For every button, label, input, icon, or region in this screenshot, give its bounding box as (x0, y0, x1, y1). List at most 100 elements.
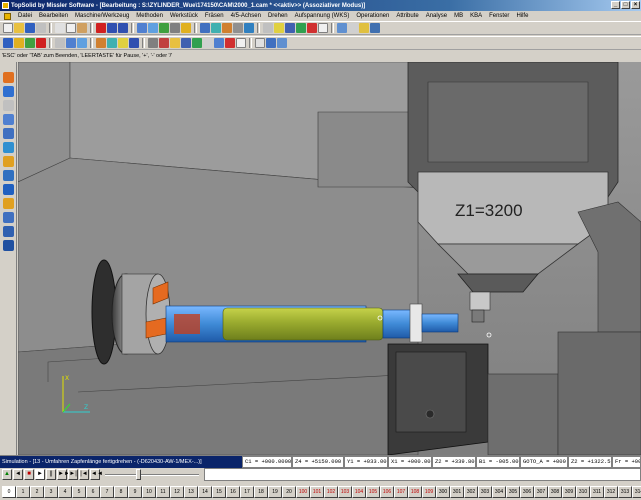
delete-icon[interactable] (96, 23, 106, 33)
menu-attribute[interactable]: Attribute (396, 13, 418, 19)
lathe-icon[interactable] (55, 38, 65, 48)
circle-icon[interactable] (181, 38, 191, 48)
menu-maschine-werkzeug[interactable]: Maschine/Werkzeug (75, 13, 129, 19)
pause-button[interactable]: || (46, 469, 56, 480)
menu-operationen[interactable]: Operationen (356, 13, 389, 19)
number-button-303[interactable]: 303 (478, 486, 492, 498)
menu-mb[interactable]: MB (454, 13, 463, 19)
layer-icon[interactable] (200, 23, 210, 33)
menu-aufspannung[interactable]: Aufspannung (WKS) (295, 13, 350, 19)
turn-icon[interactable] (3, 170, 14, 181)
minimize-button[interactable]: _ (611, 1, 620, 9)
menu-4-5-achsen[interactable]: 4/5-Achsen (231, 13, 261, 19)
menu-werkstueck[interactable]: Werkstück (170, 13, 198, 19)
stock-icon[interactable] (14, 38, 24, 48)
number-button-302[interactable]: 302 (464, 486, 478, 498)
number-button-2[interactable]: 2 (30, 486, 44, 498)
view-icon[interactable] (137, 23, 147, 33)
chamfer-icon[interactable] (3, 100, 14, 111)
new-file-icon[interactable] (3, 23, 13, 33)
number-button-5[interactable]: 5 (72, 486, 86, 498)
copy-icon[interactable] (66, 23, 76, 33)
parting-icon[interactable] (3, 198, 14, 209)
number-button-102[interactable]: 102 (324, 486, 338, 498)
undo-icon[interactable] (107, 23, 117, 33)
number-button-0[interactable]: 0 (2, 486, 16, 498)
toolpath-icon[interactable] (77, 38, 87, 48)
bore-icon[interactable] (3, 142, 14, 153)
redo-icon[interactable] (118, 23, 128, 33)
groove-icon[interactable] (3, 114, 14, 125)
number-button-312[interactable]: 312 (604, 486, 618, 498)
measure-icon[interactable] (263, 23, 273, 33)
contour-icon[interactable] (3, 184, 14, 195)
tool-icon[interactable] (307, 23, 317, 33)
number-button-311[interactable]: 311 (590, 486, 604, 498)
machine-icon[interactable] (3, 38, 13, 48)
post-icon[interactable] (129, 38, 139, 48)
analysis-icon[interactable] (277, 38, 287, 48)
number-button-12[interactable]: 12 (170, 486, 184, 498)
step-back-button[interactable]: ◄ (13, 469, 23, 480)
light-icon[interactable] (181, 23, 191, 33)
spiral-icon[interactable] (3, 72, 14, 83)
section-icon[interactable] (244, 23, 254, 33)
shape-icon[interactable] (3, 86, 14, 97)
number-button-100[interactable]: 100 (296, 486, 310, 498)
thread-icon[interactable] (3, 156, 14, 167)
frame-icon[interactable] (285, 23, 295, 33)
number-button-305[interactable]: 305 (506, 486, 520, 498)
curve-icon[interactable] (296, 23, 306, 33)
save-icon[interactable] (25, 23, 35, 33)
shade-icon[interactable] (222, 23, 232, 33)
wireframe-icon[interactable] (233, 23, 243, 33)
number-button-15[interactable]: 15 (212, 486, 226, 498)
stop-button[interactable]: ■ (24, 469, 34, 480)
select-icon[interactable] (348, 23, 358, 33)
number-button-9[interactable]: 9 (128, 486, 142, 498)
number-button-8[interactable]: 8 (114, 486, 128, 498)
menu-methoden[interactable]: Methoden (136, 13, 163, 19)
axis-icon[interactable] (148, 38, 158, 48)
number-button-18[interactable]: 18 (254, 486, 268, 498)
number-button-13[interactable]: 13 (184, 486, 198, 498)
number-button-308[interactable]: 308 (548, 486, 562, 498)
close-button[interactable]: × (631, 1, 640, 9)
number-button-300[interactable]: 300 (436, 486, 450, 498)
sheet-icon[interactable] (318, 23, 328, 33)
document-icon[interactable] (4, 12, 11, 20)
number-button-17[interactable]: 17 (240, 486, 254, 498)
number-button-309[interactable]: 309 (562, 486, 576, 498)
number-button-6[interactable]: 6 (86, 486, 100, 498)
open-folder-icon[interactable] (14, 23, 24, 33)
number-button-14[interactable]: 14 (198, 486, 212, 498)
number-button-20[interactable]: 20 (282, 486, 296, 498)
number-button-16[interactable]: 16 (226, 486, 240, 498)
number-button-4[interactable]: 4 (58, 486, 72, 498)
zoom-icon[interactable] (148, 23, 158, 33)
pan-icon[interactable] (170, 23, 180, 33)
skip-start-button[interactable]: |◄ (79, 469, 89, 480)
print-icon[interactable] (36, 23, 46, 33)
number-button-106[interactable]: 106 (380, 486, 394, 498)
drill-icon[interactable] (36, 38, 46, 48)
stop-icon[interactable] (225, 38, 235, 48)
sim-icon[interactable] (359, 23, 369, 33)
number-button-306[interactable]: 306 (520, 486, 534, 498)
number-button-105[interactable]: 105 (366, 486, 380, 498)
cursor-icon[interactable] (255, 38, 265, 48)
mill-icon[interactable] (66, 38, 76, 48)
fixture-icon[interactable] (25, 38, 35, 48)
face-icon[interactable] (3, 128, 14, 139)
verify-icon[interactable] (107, 38, 117, 48)
gcode-icon[interactable] (118, 38, 128, 48)
copy-op-icon[interactable] (3, 240, 14, 251)
operation-icon[interactable] (96, 38, 106, 48)
play-button[interactable]: ► (35, 469, 45, 480)
slider-thumb[interactable] (136, 469, 142, 480)
fast-forward-button[interactable]: ►► (57, 469, 70, 480)
cad-viewport[interactable]: Z1=3200 X Z (18, 62, 641, 455)
point-icon[interactable] (274, 23, 284, 33)
speed-slider[interactable] (105, 469, 199, 480)
number-button-304[interactable]: 304 (492, 486, 506, 498)
